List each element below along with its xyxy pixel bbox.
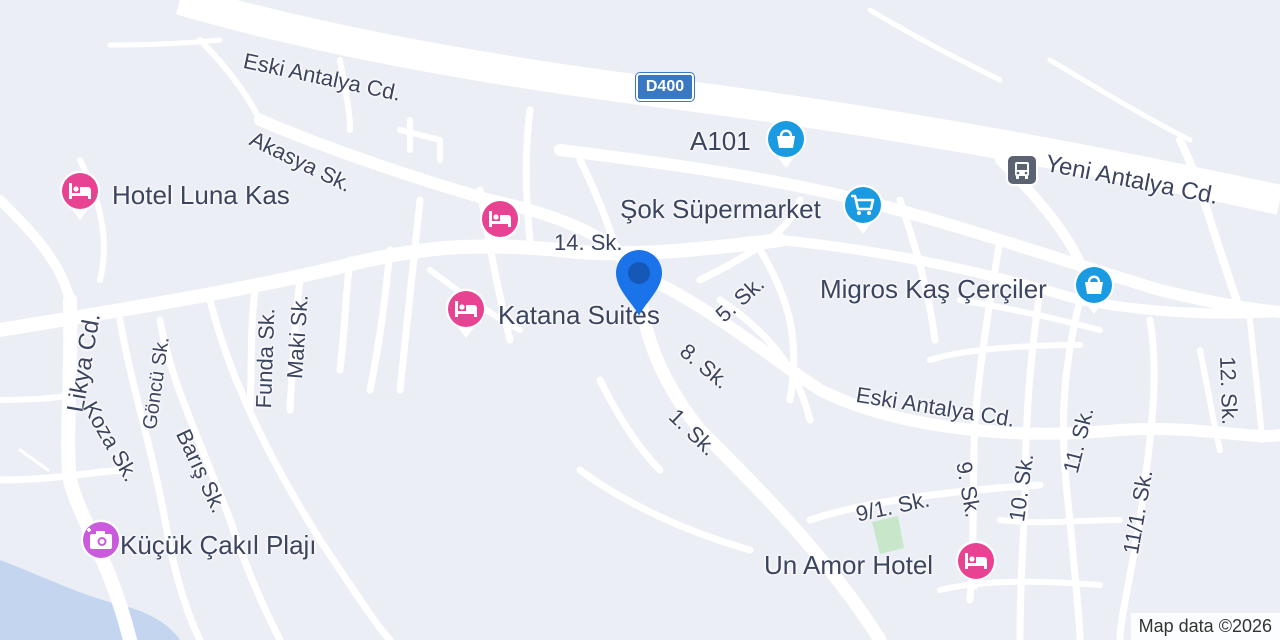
street-label-funda: Funda Sk. xyxy=(251,307,280,409)
poi-label-un-amor[interactable]: Un Amor Hotel xyxy=(764,552,933,578)
poi-label-a101[interactable]: A101 xyxy=(690,128,751,154)
location-pin-icon[interactable] xyxy=(612,246,666,318)
route-shield-d400: D400 xyxy=(636,73,694,101)
camera-icon[interactable] xyxy=(78,517,124,571)
map-attribution: Map data ©2026 xyxy=(1130,613,1280,640)
poi-label-luna[interactable]: Hotel Luna Kas xyxy=(112,182,290,208)
street-label-maki: Maki Sk. xyxy=(282,293,313,380)
bed-icon[interactable] xyxy=(57,168,103,222)
shopping-cart-icon[interactable] xyxy=(840,182,886,236)
bed-icon[interactable] xyxy=(443,286,489,340)
poi-label-migros[interactable]: Migros Kaş Çerçiler xyxy=(820,276,1047,302)
bed-icon[interactable] xyxy=(477,196,523,250)
shopping-bag-icon[interactable] xyxy=(1071,262,1117,316)
bed-icon[interactable] xyxy=(953,538,999,592)
street-label-12: 12. Sk. xyxy=(1215,355,1243,426)
bus-stop-icon[interactable] xyxy=(1006,154,1038,186)
shopping-bag-icon[interactable] xyxy=(763,116,809,170)
map-canvas[interactable]: D400 Eski Antalya Cd. Yeni Antalya Cd. A… xyxy=(0,0,1280,640)
poi-label-sok[interactable]: Şok Süpermarket xyxy=(620,196,821,222)
poi-label-cakil[interactable]: Küçük Çakıl Plajı xyxy=(120,532,317,558)
